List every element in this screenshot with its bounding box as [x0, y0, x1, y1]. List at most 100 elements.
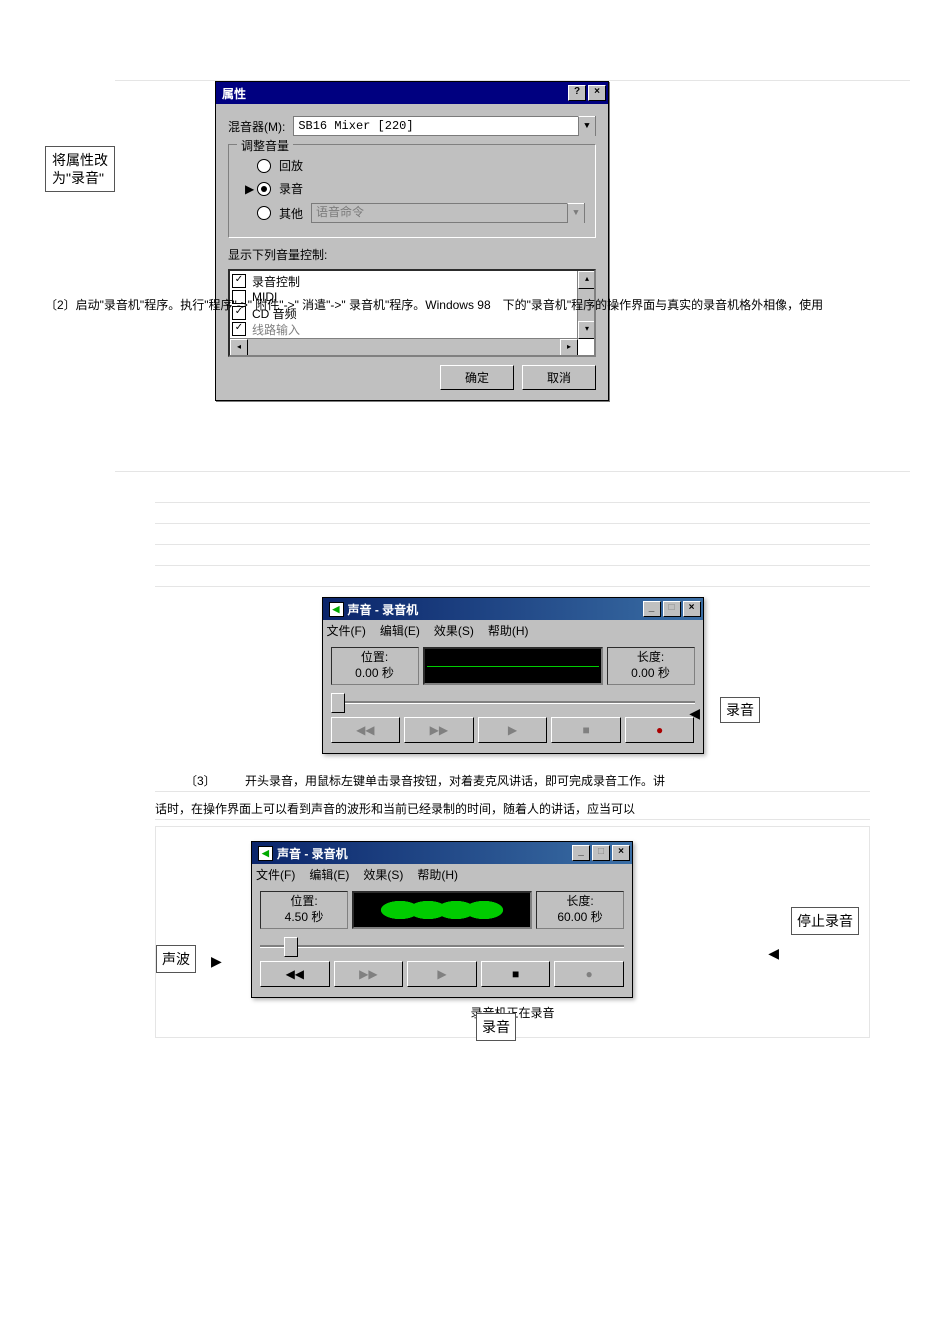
callout-change-record: 将属性改 为"录音" — [45, 146, 115, 192]
checkbox-icon[interactable]: ✓ — [232, 322, 246, 336]
menu-edit[interactable]: 编辑(E) — [380, 622, 420, 639]
list-item[interactable]: ✓ 线路输入 — [232, 321, 592, 337]
minimize-button[interactable]: _ — [643, 601, 661, 617]
waveform — [352, 891, 532, 929]
slider-thumb[interactable] — [331, 693, 345, 713]
radio-playback-label: 回放 — [279, 157, 303, 174]
close-button[interactable]: × — [588, 85, 606, 101]
other-dropdown: 语音命令 ▼ — [311, 203, 585, 223]
chevron-down-icon[interactable]: ▼ — [578, 116, 595, 136]
menu-effect[interactable]: 效果(S) — [363, 866, 403, 883]
length-label: 长度: — [616, 650, 686, 666]
pointer-arrow-icon: ▶ — [245, 182, 254, 196]
speaker-icon: ◀ — [258, 846, 273, 861]
rewind-button[interactable]: ◀◀ — [260, 961, 330, 987]
radio-record-row[interactable]: ▶ 录音 — [257, 180, 585, 197]
recorder-menubar: 文件(F) 编辑(E) 效果(S) 帮助(H) — [252, 864, 632, 885]
position-box: 位置: 0.00 秒 — [331, 647, 419, 685]
record-button[interactable]: ● — [554, 961, 624, 987]
radio-playback-row[interactable]: 回放 — [257, 157, 585, 174]
radio-other-row[interactable]: 其他 语音命令 ▼ — [257, 203, 585, 223]
recorder-titlebar: ◀ 声音 - 录音机 _ □ × — [323, 598, 703, 620]
maximize-button: □ — [663, 601, 681, 617]
close-button[interactable]: × — [612, 845, 630, 861]
recorder-title: 声音 - 录音机 — [277, 845, 348, 862]
close-button[interactable]: × — [683, 601, 701, 617]
recorder-titlebar: ◀ 声音 - 录音机 _ □ × — [252, 842, 632, 864]
mixer-dropdown[interactable]: SB16 Mixer [220] ▼ — [293, 116, 596, 136]
other-dd-text: 语音命令 — [316, 204, 567, 222]
position-slider[interactable] — [260, 937, 624, 955]
step-3-body: 开头录音，用鼠标左键单击录音按钮，对着麦克风讲话，即可完成录音工作。讲 — [245, 774, 665, 788]
list-item[interactable]: ✓ 录音控制 — [232, 273, 592, 289]
checkbox-icon[interactable]: ✓ — [232, 274, 246, 288]
minimize-button[interactable]: _ — [572, 845, 590, 861]
scroll-down-icon[interactable]: ▾ — [578, 321, 596, 339]
scroll-left-icon[interactable]: ◂ — [230, 339, 248, 357]
recorder-window-recording: ◀ 声音 - 录音机 _ □ × 文件(F) 编辑(E) 效果(S) 帮助(H)… — [251, 841, 633, 998]
menu-file[interactable]: 文件(F) — [327, 622, 366, 639]
cancel-button[interactable]: 取消 — [522, 365, 596, 390]
ok-button[interactable]: 确定 — [440, 365, 514, 390]
pointer-arrow-icon: ▶ — [211, 953, 222, 970]
recorder-recording-section: 声波 停止录音 ◀ 声音 - 录音机 _ □ × 文件(F) 编辑(E) 效果(… — [155, 826, 870, 1038]
scrollbar-horizontal[interactable]: ◂ ▸ — [230, 338, 578, 355]
callout-ryin: 录音 — [476, 1013, 516, 1041]
speaker-icon: ◀ — [329, 602, 344, 617]
stop-button[interactable]: ■ — [481, 961, 551, 987]
play-button[interactable]: ▶ — [407, 961, 477, 987]
position-box: 位置: 4.50 秒 — [260, 891, 348, 929]
menu-file[interactable]: 文件(F) — [256, 866, 295, 883]
menu-help[interactable]: 帮助(H) — [417, 866, 458, 883]
position-label: 位置: — [340, 650, 410, 666]
fastforward-button[interactable]: ▶▶ — [334, 961, 404, 987]
callout-stop: 停止录音 — [791, 907, 859, 935]
position-label: 位置: — [269, 894, 339, 910]
properties-dialog: 属性 ? × 混音器(M): SB16 Mixer [220] ▼ 调整音量 — [215, 81, 609, 401]
radio-record-label: 录音 — [279, 180, 303, 197]
recorder-menubar: 文件(F) 编辑(E) 效果(S) 帮助(H) — [323, 620, 703, 641]
item-line-in: 线路输入 — [252, 321, 300, 338]
length-value: 0.00 秒 — [616, 666, 686, 682]
position-value: 0.00 秒 — [340, 666, 410, 682]
properties-title: 属性 — [222, 85, 246, 102]
properties-section: 将属性改 为"录音" 属性 ? × 混音器(M): SB16 Mixer [22… — [115, 80, 910, 472]
volume-control-list[interactable]: ✓ 录音控制 MIDI ✓ CD 音频 ✓ 线路输入 — [228, 269, 596, 357]
length-box: 长度: 0.00 秒 — [607, 647, 695, 685]
slider-thumb[interactable] — [284, 937, 298, 957]
step-3b-text: 话时，在操作界面上可以看到声音的波形和当前已经录制的时间，随着人的讲话，应当可以 — [155, 798, 870, 820]
record-button[interactable]: ● — [625, 717, 695, 743]
stop-button[interactable]: ■ — [551, 717, 621, 743]
recorder-title: 声音 - 录音机 — [348, 601, 419, 618]
mixer-label: 混音器(M): — [228, 118, 285, 135]
menu-edit[interactable]: 编辑(E) — [309, 866, 349, 883]
step-2-text: 〔2〕启动"录音机"程序。执行"程序"->" 附件"->" 消遣"->" 录音机… — [45, 296, 950, 313]
maximize-button: □ — [592, 845, 610, 861]
position-value: 4.50 秒 — [269, 910, 339, 926]
list-label: 显示下列音量控制: — [228, 246, 596, 263]
recorder-window: ◀ 声音 - 录音机 _ □ × 文件(F) 编辑(E) 效果(S) 帮助(H)… — [322, 597, 704, 754]
pointer-arrow-icon: ◀ — [768, 945, 779, 962]
radio-playback[interactable] — [257, 159, 271, 173]
properties-titlebar: 属性 ? × — [216, 82, 608, 104]
pointer-arrow-icon: ◀ — [689, 705, 700, 722]
group-title: 调整音量 — [237, 137, 293, 154]
position-slider[interactable] — [331, 693, 695, 711]
chevron-down-icon: ▼ — [567, 203, 584, 223]
waveform — [423, 647, 603, 685]
scroll-right-icon[interactable]: ▸ — [560, 339, 578, 357]
fastforward-button[interactable]: ▶▶ — [404, 717, 474, 743]
radio-record[interactable] — [257, 182, 271, 196]
recorder-idle-section: ◀ 声音 - 录音机 _ □ × 文件(F) 编辑(E) 效果(S) 帮助(H)… — [115, 597, 910, 764]
rewind-button[interactable]: ◀◀ — [331, 717, 401, 743]
step-3-text: 〔3〕 开头录音，用鼠标左键单击录音按钮，对着麦克风讲话，即可完成录音工作。讲 — [155, 770, 870, 792]
play-button[interactable]: ▶ — [478, 717, 548, 743]
help-button[interactable]: ? — [568, 85, 586, 101]
length-box: 长度: 60.00 秒 — [536, 891, 624, 929]
radio-other[interactable] — [257, 206, 271, 220]
length-value: 60.00 秒 — [545, 910, 615, 926]
callout-record: 录音 — [720, 697, 760, 723]
scroll-up-icon[interactable]: ▴ — [578, 271, 596, 289]
menu-effect[interactable]: 效果(S) — [434, 622, 474, 639]
menu-help[interactable]: 帮助(H) — [488, 622, 529, 639]
